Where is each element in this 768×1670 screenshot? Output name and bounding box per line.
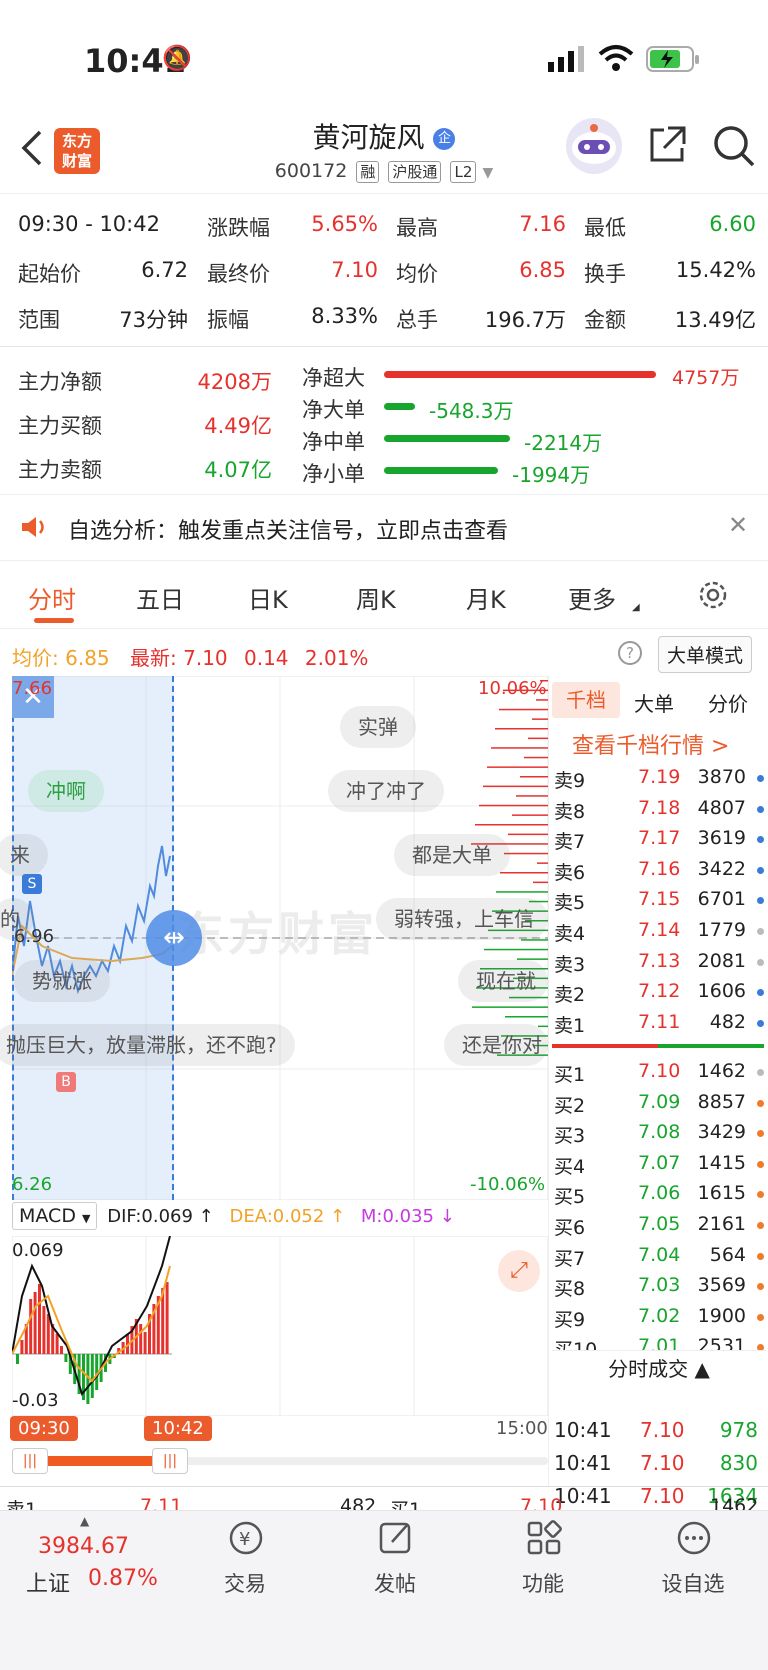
buy-row[interactable]: 买8 7.03 3569	[554, 1274, 764, 1304]
buy-price: 7.09	[638, 1090, 681, 1113]
trade-volume: 830	[719, 1451, 758, 1475]
buy-volume: 8857	[697, 1090, 746, 1113]
peek-buy1-volume: 1462	[710, 1495, 759, 1510]
buy-row[interactable]: 买1 7.10 1462	[554, 1060, 764, 1090]
trades-header: 分时成交 ▲	[552, 1350, 766, 1386]
buy-price: 7.08	[638, 1121, 681, 1144]
trade-row: 10:41 7.10 830	[554, 1451, 764, 1481]
buy-price: 7.06	[638, 1182, 681, 1205]
buy-price: 7.07	[638, 1151, 681, 1174]
buy-level: 买9	[554, 1308, 586, 1331]
macd-histogram-bar	[90, 1354, 94, 1398]
buy-level: 买5	[554, 1186, 586, 1209]
buy-row[interactable]: 买2 7.09 8857	[554, 1091, 764, 1121]
buy-level: 买6	[554, 1217, 586, 1239]
nav-trade[interactable]: 交易	[190, 1568, 300, 1598]
start-time-badge: 09:30	[10, 1416, 78, 1441]
macd-bottom-label: -0.03	[12, 1390, 59, 1411]
buy-volume: 1615	[697, 1182, 746, 1205]
buy-price: 7.02	[638, 1304, 681, 1327]
buy-price: 7.04	[638, 1243, 681, 1266]
peek-sell1-volume: 482	[340, 1495, 377, 1510]
svg-text:¥: ¥	[239, 1529, 250, 1550]
nav-function[interactable]: 功能	[488, 1568, 598, 1598]
buy-orders: 买1 7.10 1462 买2 7.09 8857 买3 7.08 3429 买4 7.07 1415…	[0, 0, 768, 1352]
buy-volume: 2161	[697, 1213, 746, 1235]
macd-histogram-bar	[16, 1354, 19, 1364]
buy-volume: 1900	[697, 1304, 746, 1327]
buy-volume: 3429	[697, 1121, 746, 1144]
peek-sell1-price: 7.11	[140, 1495, 183, 1510]
buy-row[interactable]: 买3 7.08 3429	[554, 1121, 764, 1151]
buy-level: 买4	[554, 1155, 586, 1178]
trade-price: 7.10	[640, 1451, 685, 1475]
buy-volume: 3569	[697, 1274, 746, 1297]
buy-volume: 1415	[697, 1151, 746, 1174]
end-time-badge: 10:42	[144, 1416, 212, 1441]
index-pct[interactable]: 0.87%	[88, 1566, 158, 1591]
buy-dot-icon	[757, 1283, 764, 1291]
buy-volume: 564	[709, 1243, 746, 1266]
buy-row[interactable]: 买6 7.05 2161	[554, 1213, 764, 1243]
index-value[interactable]: 3984.67	[38, 1534, 129, 1559]
close-time-label: 15:00	[496, 1418, 548, 1439]
buy-dot-icon	[757, 1191, 764, 1199]
buy-level: 买7	[554, 1247, 586, 1270]
index-name[interactable]: 上证	[26, 1566, 70, 1598]
buy-row[interactable]: 买4 7.07 1415	[554, 1152, 764, 1182]
buy-level: 买2	[554, 1094, 586, 1117]
buy-level: 买8	[554, 1278, 586, 1301]
slider-start-handle[interactable]: |||	[12, 1448, 48, 1474]
index-arrow-icon: ▲	[80, 1514, 90, 1528]
buy-volume: 1462	[697, 1060, 746, 1082]
post-edit-icon[interactable]	[376, 1518, 416, 1562]
peek-buy1-label: 买1	[390, 1499, 422, 1510]
slider-end-handle[interactable]: |||	[152, 1448, 188, 1474]
trade-yen-icon[interactable]: ¥	[226, 1518, 266, 1562]
macd-histogram-bar	[64, 1354, 68, 1362]
trade-price: 7.10	[640, 1418, 685, 1442]
buy-dot-icon	[757, 1069, 764, 1076]
trades-title[interactable]: 分时成交 ▲	[608, 1357, 710, 1381]
buy-row[interactable]: 买7 7.04 564	[554, 1244, 764, 1274]
buy-price: 7.10	[638, 1060, 681, 1082]
bottom-quote-peek: 卖1 7.11 482 买1 7.10 1462	[0, 1486, 768, 1510]
buy-row[interactable]: 买9 7.02 1900	[554, 1305, 764, 1335]
trade-volume: 978	[719, 1418, 758, 1442]
buy-row[interactable]: 买5 7.06 1615	[554, 1182, 764, 1212]
buy-level: 买3	[554, 1125, 586, 1148]
buy-dot-icon	[757, 1160, 764, 1168]
buy-level: 买1	[554, 1064, 586, 1086]
buy-dot-icon	[757, 1130, 764, 1138]
function-grid-icon[interactable]	[524, 1518, 564, 1562]
trade-time: 10:41	[554, 1451, 612, 1475]
trade-time: 10:41	[554, 1418, 612, 1442]
nav-post[interactable]: 发帖	[340, 1568, 450, 1598]
buy-dot-icon	[757, 1099, 764, 1107]
buy-dot-icon	[757, 1252, 764, 1260]
peek-sell1-label: 卖1	[6, 1499, 38, 1510]
add-watchlist-icon[interactable]	[674, 1518, 714, 1562]
buy-price: 7.03	[638, 1274, 681, 1297]
buy-price: 7.05	[638, 1213, 681, 1235]
buy-dot-icon	[757, 1313, 764, 1321]
buy-dot-icon	[757, 1222, 764, 1229]
nav-watchlist[interactable]: 设自选	[638, 1568, 748, 1598]
trade-row: 10:41 7.10 978	[554, 1418, 764, 1448]
peek-buy1-price: 7.10	[520, 1495, 563, 1510]
